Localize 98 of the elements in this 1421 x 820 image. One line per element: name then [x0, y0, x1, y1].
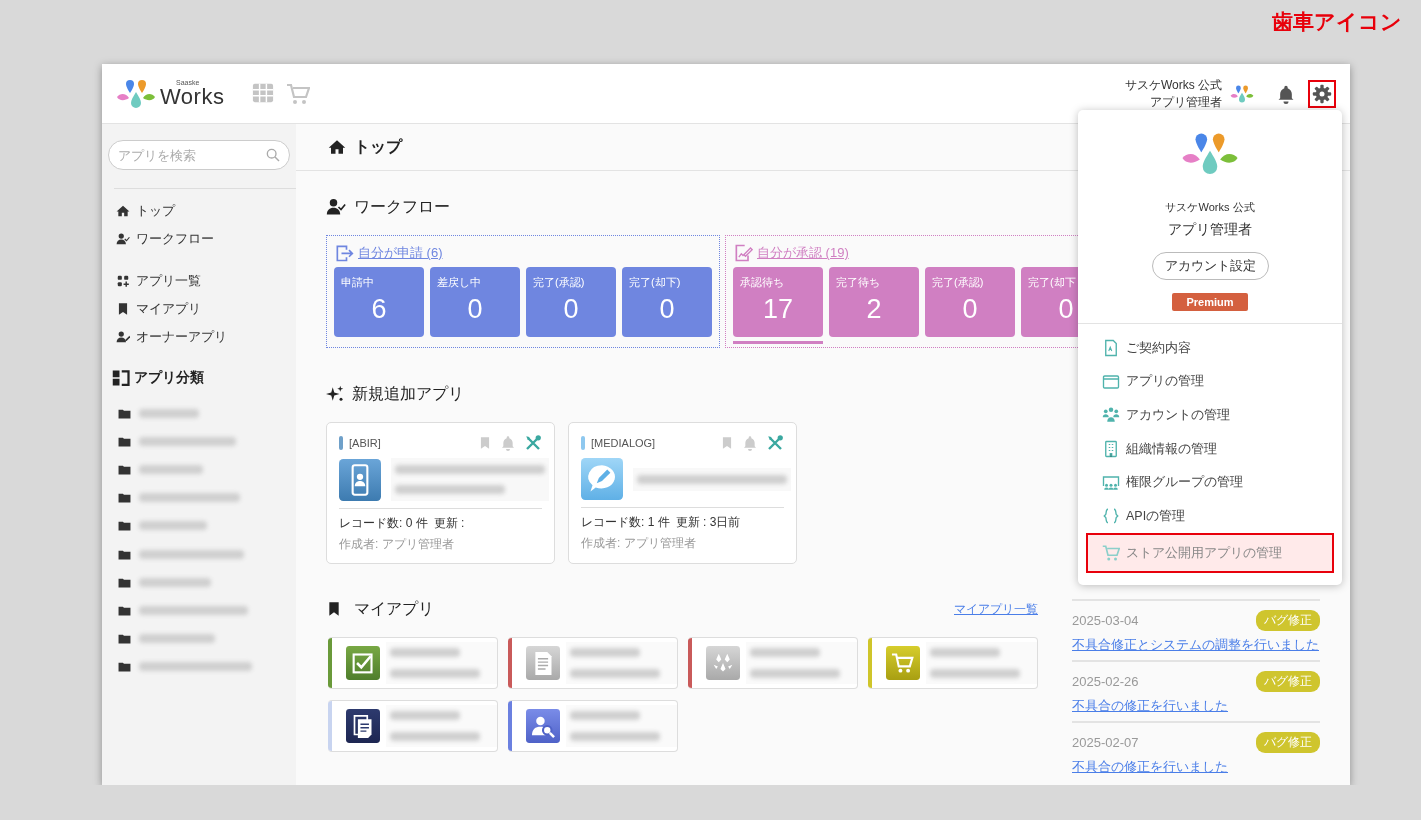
section-title: アプリ分類 — [134, 369, 204, 387]
app-author: 作成者: アプリ管理者 — [581, 535, 697, 552]
settings-icon — [1312, 83, 1332, 104]
folder-icon — [118, 519, 131, 533]
cart-icon — [1102, 544, 1120, 563]
document-pen-icon — [733, 243, 753, 263]
plan-badge: Premium — [1172, 292, 1248, 311]
bookmark-icon — [326, 601, 342, 617]
news-date: 2025-02-26 — [1072, 674, 1139, 689]
nav-item[interactable]: マイアプリ — [108, 295, 290, 323]
menu-item[interactable]: ご契約内容 — [1086, 331, 1334, 366]
news-tag: バグ修正 — [1256, 671, 1320, 692]
braces-icon — [1102, 507, 1120, 526]
speech-bubble-app-icon[interactable] — [581, 458, 623, 500]
app-tag: [MEDIALOG] — [591, 437, 656, 449]
phone-app-icon[interactable] — [339, 458, 381, 501]
updated-time: 更新 : 3日前 — [675, 514, 741, 531]
folder-icon — [118, 660, 131, 674]
sparkle-icon — [326, 385, 344, 403]
my-apps-link[interactable]: マイアプリ一覧 — [954, 600, 1038, 618]
bell-icon[interactable] — [1276, 83, 1296, 104]
user-org: サスケWorks 公式 — [1124, 77, 1222, 94]
home-icon — [328, 138, 346, 156]
menu-item[interactable]: アカウントの管理 — [1086, 398, 1334, 433]
app-tile[interactable] — [508, 700, 678, 752]
cart-icon[interactable] — [286, 81, 311, 106]
workflow-link[interactable]: 自分が申請 (6) — [334, 242, 712, 264]
group-icon — [1102, 473, 1120, 492]
tools-icon[interactable] — [766, 434, 784, 452]
user-org: サスケWorks 公式 — [1165, 199, 1255, 215]
nav-item[interactable]: オーナーアプリ — [108, 323, 290, 351]
app-tile[interactable] — [328, 700, 498, 752]
page-title: トップ — [354, 136, 402, 157]
grid-icon[interactable] — [252, 81, 275, 104]
document-icon — [1102, 339, 1120, 358]
cart-app-icon[interactable] — [886, 646, 920, 680]
drops-app-icon[interactable] — [706, 646, 740, 680]
app-card[interactable]: [ABIR] レコード数: 0 件 更新 : 作成者: アプリ管理者 — [326, 422, 555, 564]
documents-app-icon[interactable] — [346, 709, 380, 743]
news-tag: バグ修正 — [1256, 732, 1320, 753]
user-logo-icon — [1230, 84, 1254, 103]
app-tag: [ABIR] — [349, 437, 381, 449]
news-link[interactable]: 不具合の修正を行いました — [1072, 759, 1228, 776]
person-check-icon — [116, 232, 130, 246]
menu-item[interactable]: 組織情報の管理 — [1086, 432, 1334, 466]
news-date: 2025-02-07 — [1072, 735, 1139, 750]
user-search-app-icon[interactable] — [526, 709, 560, 743]
user-name: アプリ管理者 — [1168, 220, 1252, 239]
app-tile[interactable] — [508, 637, 678, 689]
record-count: レコード数: 1 件 — [581, 514, 670, 531]
nav-item[interactable]: ワークフロー — [108, 225, 290, 253]
search-icon — [265, 147, 281, 163]
app-card[interactable]: [MEDIALOG] レコード数: 1 件 更新 : 3日前 作成者: アプリ管理者 — [568, 422, 797, 564]
user-name: アプリ管理者 — [1150, 93, 1222, 110]
updated-time: 更新 : — [433, 515, 465, 532]
app-tile[interactable] — [688, 637, 858, 689]
folder-icon — [118, 632, 131, 646]
nav-item[interactable]: アプリ一覧 — [108, 267, 290, 295]
nav-item[interactable]: トップ — [108, 197, 290, 225]
bookmark-icon[interactable] — [720, 435, 734, 451]
logo-text: Works — [160, 86, 225, 108]
building-icon — [1102, 440, 1120, 459]
app-tile[interactable] — [868, 637, 1038, 689]
menu-item[interactable]: ストア公開用アプリの管理 — [1086, 533, 1334, 574]
menu-item[interactable]: 権限グループの管理 — [1086, 465, 1334, 500]
apps-grid-icon — [116, 274, 130, 288]
news-link[interactable]: 不具合修正とシステムの調整を行いました — [1072, 637, 1319, 654]
account-settings-button[interactable]: アカウント設定 — [1151, 251, 1269, 280]
app-author: 作成者: アプリ管理者 — [339, 536, 455, 553]
works-logo-icon — [116, 78, 156, 109]
checkbox-app-icon[interactable] — [346, 646, 380, 680]
section-title: マイアプリ — [354, 598, 434, 619]
annotation-label: 歯車アイコン — [1272, 9, 1402, 35]
section-title: ワークフロー — [354, 196, 450, 217]
search-field[interactable]: アプリを検索 — [108, 140, 290, 170]
document-app-icon[interactable] — [526, 646, 560, 680]
menu-item[interactable]: アプリの管理 — [1086, 365, 1334, 399]
tools-icon[interactable] — [524, 434, 542, 452]
home-icon — [116, 204, 130, 218]
bookmark-icon[interactable] — [478, 435, 492, 451]
app-tile[interactable] — [328, 637, 498, 689]
person-check-icon — [326, 197, 346, 217]
people-icon — [1102, 406, 1120, 425]
settings-button[interactable] — [1308, 79, 1336, 108]
workflow-link[interactable]: 自分が承認 (19) — [733, 242, 1078, 264]
menu-item[interactable]: APIの管理 — [1086, 499, 1334, 534]
bookmark-icon — [116, 302, 130, 316]
news-tag: バグ修正 — [1256, 610, 1320, 631]
window-icon — [1102, 372, 1120, 391]
section-title: 新規追加アプリ — [352, 383, 464, 404]
person-pencil-icon — [116, 330, 130, 344]
category-icon — [112, 369, 130, 387]
folder-icon — [118, 491, 131, 505]
record-count: レコード数: 0 件 — [339, 515, 428, 532]
works-logo-icon — [1181, 132, 1239, 176]
document-arrow-icon — [334, 243, 354, 263]
news-link[interactable]: 不具合の修正を行いました — [1072, 698, 1228, 715]
news-date: 2025-03-04 — [1072, 613, 1139, 628]
